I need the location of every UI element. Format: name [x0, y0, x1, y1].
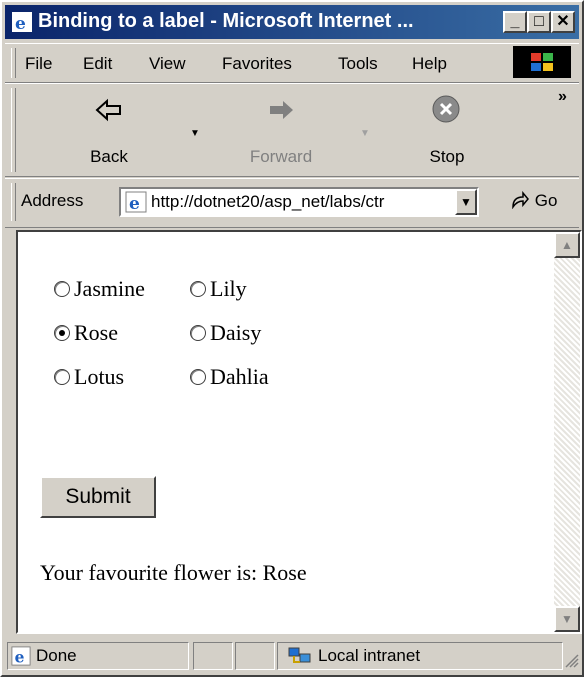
svg-text:e: e [15, 647, 25, 666]
back-label: Back [90, 147, 128, 166]
menu-bar: File Edit View Favorites Tools Help [5, 43, 579, 83]
radio-lotus-button[interactable] [54, 369, 70, 385]
go-button[interactable]: Go [510, 190, 558, 211]
menu-help[interactable]: Help [412, 54, 447, 74]
back-dropdown[interactable]: ▼ [190, 128, 200, 139]
address-field[interactable]: e ▼ [119, 187, 479, 217]
radio-lotus[interactable]: Lotus [54, 364, 124, 390]
menu-grip[interactable] [11, 48, 16, 78]
menu-file[interactable]: File [25, 54, 52, 74]
menu-favorites[interactable]: Favorites [222, 54, 292, 74]
back-button[interactable]: Back [67, 84, 151, 174]
go-label: Go [534, 191, 558, 210]
svg-text:e: e [129, 194, 140, 213]
submit-button[interactable]: Submit [40, 476, 156, 518]
vertical-scrollbar[interactable]: ▲ ▼ [554, 232, 580, 632]
radio-lily-button[interactable] [190, 281, 206, 297]
radio-lotus-label: Lotus [74, 364, 125, 389]
resize-grip-icon[interactable] [565, 654, 579, 668]
scroll-up-button[interactable]: ▲ [554, 232, 580, 258]
radio-dahlia-button[interactable] [190, 369, 206, 385]
address-grip[interactable] [11, 183, 16, 221]
stop-button[interactable]: Stop [407, 84, 487, 174]
radio-jasmine-label: Jasmine [74, 276, 145, 301]
status-panel-main: e Done [7, 642, 189, 670]
stop-label: Stop [429, 147, 465, 166]
status-text: Done [36, 646, 77, 665]
minimize-button[interactable]: _ [503, 11, 527, 33]
go-arrow-icon [512, 190, 529, 210]
forward-button[interactable]: Forward [231, 84, 331, 174]
menu-edit[interactable]: Edit [83, 54, 112, 74]
status-bar: e Done Local intranet [5, 638, 579, 674]
maximize-button[interactable]: □ [527, 11, 551, 33]
radio-dahlia[interactable]: Dahlia [190, 364, 269, 390]
address-dropdown-button[interactable]: ▼ [455, 189, 477, 215]
browser-window: e Binding to a label - Microsoft Interne… [0, 0, 584, 677]
radio-rose-button[interactable] [54, 325, 70, 341]
page-content: Jasmine Lily Rose Daisy Lotus Dahlia Sub… [16, 230, 582, 634]
intranet-icon [288, 647, 311, 663]
forward-dropdown[interactable]: ▼ [360, 128, 370, 139]
back-arrow-icon [95, 98, 121, 122]
svg-text:e: e [15, 14, 26, 33]
forward-label: Forward [249, 147, 313, 166]
standard-toolbar: Back ▼ Forward ▼ Stop » [5, 83, 579, 177]
scroll-down-button[interactable]: ▼ [554, 606, 580, 632]
title-bar[interactable]: e Binding to a label - Microsoft Interne… [5, 5, 579, 39]
windows-logo-icon [513, 46, 571, 78]
radio-jasmine[interactable]: Jasmine [54, 276, 145, 302]
forward-arrow-icon [270, 101, 293, 119]
status-panel-2 [193, 642, 233, 670]
status-zone-panel: Local intranet [277, 642, 563, 670]
status-panel-3 [235, 642, 275, 670]
menu-tools[interactable]: Tools [338, 54, 378, 74]
radio-lily-label: Lily [210, 276, 247, 301]
address-label: Address [21, 191, 84, 210]
radio-dahlia-label: Dahlia [210, 364, 269, 389]
window-title: Binding to a label - Microsoft Internet … [38, 10, 414, 32]
toolbar-chevron[interactable]: » [558, 88, 567, 106]
ie-page-icon: e [125, 191, 147, 213]
address-input[interactable] [151, 191, 451, 213]
close-button[interactable]: ✕ [551, 11, 575, 33]
menu-view[interactable]: View [149, 54, 186, 74]
address-bar: Address e ▼ Go [5, 178, 579, 228]
radio-daisy[interactable]: Daisy [190, 320, 261, 346]
radio-daisy-label: Daisy [210, 320, 262, 345]
zone-text: Local intranet [318, 646, 421, 665]
toolbar-grip[interactable] [11, 88, 16, 172]
radio-rose[interactable]: Rose [54, 320, 118, 346]
radio-jasmine-button[interactable] [54, 281, 70, 297]
result-text: Your favourite flower is: Rose [40, 560, 307, 585]
radio-rose-label: Rose [74, 320, 118, 345]
radio-daisy-button[interactable] [190, 325, 206, 341]
ie-page-icon: e [12, 12, 32, 33]
stop-icon [432, 95, 460, 123]
ie-page-icon: e [11, 646, 31, 666]
radio-lily[interactable]: Lily [190, 276, 247, 302]
